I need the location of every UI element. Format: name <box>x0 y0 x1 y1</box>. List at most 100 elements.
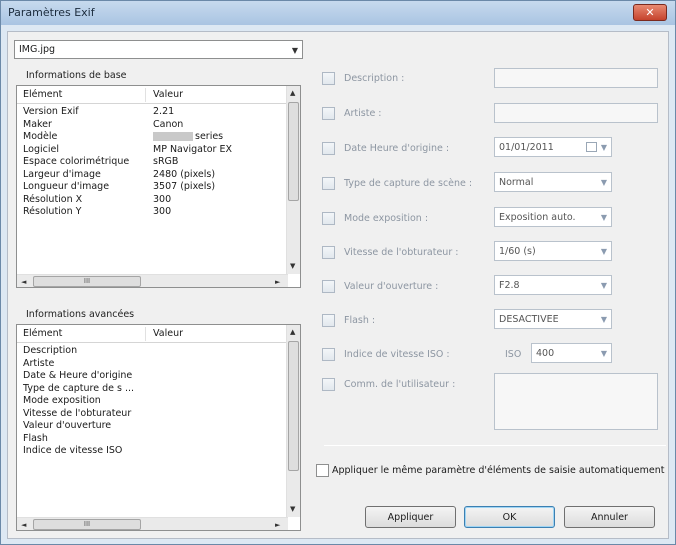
list-item-element: Type de capture de s ... <box>23 382 135 394</box>
column-divider[interactable] <box>145 88 146 102</box>
datetime-value: 01/01/2011 <box>499 141 554 153</box>
list-item-element: Indice de vitesse ISO <box>23 445 123 456</box>
list-item[interactable]: Date & Heure d'origine <box>17 370 277 382</box>
artist-field[interactable] <box>494 103 658 123</box>
list-item[interactable]: Largeur d'image 2480 (pixels) <box>17 169 277 181</box>
list-item[interactable]: Type de capture de s ... <box>17 383 277 395</box>
list-item-element: Maker <box>23 118 52 130</box>
description-checkbox[interactable] <box>322 72 335 85</box>
advanced-vertical-scrollbar[interactable]: ▲ ▼ <box>286 325 300 517</box>
shutter-select[interactable]: 1/60 (s) ▼ <box>494 241 612 261</box>
advanced-vertical-scroll-thumb[interactable] <box>288 341 299 471</box>
comment-checkbox[interactable] <box>322 378 335 391</box>
apply-auto-checkbox[interactable] <box>316 464 329 477</box>
column-divider[interactable] <box>145 327 146 341</box>
basic-horizontal-scroll-thumb[interactable]: III <box>33 276 141 287</box>
flash-checkbox[interactable] <box>322 314 335 327</box>
column-header-element[interactable]: Elément <box>23 328 62 339</box>
exposure-select[interactable]: Exposition auto. ▼ <box>494 207 612 227</box>
scroll-up-arrow-icon[interactable]: ▲ <box>290 328 295 336</box>
list-item[interactable]: Modèle series <box>17 131 277 143</box>
iso-checkbox[interactable] <box>322 348 335 361</box>
aperture-checkbox[interactable] <box>322 280 335 293</box>
column-header-value[interactable]: Valeur <box>153 89 183 100</box>
advanced-info-label: Informations avancées <box>26 309 135 320</box>
flash-select[interactable]: DESACTIVEE ▼ <box>494 309 612 329</box>
description-label: Description : <box>344 73 405 84</box>
basic-info-list[interactable]: Elément Valeur Version Exif 2.21 Maker Cano… <box>16 85 301 288</box>
chevron-down-icon: ▼ <box>600 178 607 187</box>
shutter-checkbox[interactable] <box>322 246 335 259</box>
separator <box>324 445 666 446</box>
advanced-info-list[interactable]: Elément Valeur Description Artiste Date & … <box>16 324 301 531</box>
basic-vertical-scrollbar[interactable]: ▲ ▼ <box>286 86 300 274</box>
list-item[interactable]: Espace colorimétrique sRGB <box>17 156 277 168</box>
scroll-down-arrow-icon[interactable]: ▼ <box>290 262 295 270</box>
apply-auto-label[interactable]: Appliquer le même paramètre d'éléments d… <box>332 465 664 476</box>
list-item-value: 2.21 <box>153 106 175 117</box>
scroll-left-arrow-icon[interactable]: ◄ <box>21 521 26 529</box>
list-item[interactable]: Artiste <box>17 358 277 370</box>
exif-settings-window: Paramètres Exif ✕ IMG.jpg ▼ Informations… <box>0 0 676 545</box>
list-item-element: Vitesse de l'obturateur <box>23 407 132 419</box>
list-item[interactable]: Mode exposition <box>17 395 277 407</box>
title-bar: Paramètres Exif ✕ <box>1 1 675 25</box>
artist-checkbox[interactable] <box>322 107 335 120</box>
list-item[interactable]: Indice de vitesse ISO <box>17 445 277 457</box>
scroll-left-arrow-icon[interactable]: ◄ <box>21 278 26 286</box>
iso-prefix: ISO <box>505 349 522 360</box>
list-item[interactable]: Flash <box>17 433 277 445</box>
ok-button[interactable]: OK <box>464 506 555 528</box>
list-item[interactable]: Version Exif 2.21 <box>17 106 277 118</box>
column-header-value[interactable]: Valeur <box>153 328 183 339</box>
artist-label: Artiste : <box>344 108 382 119</box>
column-header-element[interactable]: Elément <box>23 89 62 100</box>
scene-select[interactable]: Normal ▼ <box>494 172 612 192</box>
close-button[interactable]: ✕ <box>633 4 667 21</box>
scroll-right-arrow-icon[interactable]: ► <box>275 278 280 286</box>
list-item-element: Version Exif <box>23 106 79 117</box>
chevron-down-icon: ▼ <box>600 349 607 358</box>
datetime-picker[interactable]: 01/01/2011 ▼ <box>494 137 612 157</box>
aperture-select[interactable]: F2.8 ▼ <box>494 275 612 295</box>
window-title: Paramètres Exif <box>8 6 95 19</box>
basic-vertical-scroll-thumb[interactable] <box>288 102 299 201</box>
scroll-right-arrow-icon[interactable]: ► <box>275 521 280 529</box>
scroll-down-arrow-icon[interactable]: ▼ <box>290 505 295 513</box>
comment-label: Comm. de l'utilisateur : <box>344 379 456 390</box>
list-item-element: Résolution Y <box>23 206 82 217</box>
list-item[interactable]: Description <box>17 345 277 357</box>
list-item[interactable]: Résolution X 300 <box>17 194 277 206</box>
list-item-value: series <box>153 131 223 142</box>
flash-label: Flash : <box>344 315 376 326</box>
datetime-label: Date Heure d'origine : <box>344 143 450 154</box>
list-item-element: Artiste <box>23 357 55 369</box>
file-select[interactable]: IMG.jpg ▼ <box>14 40 303 59</box>
calendar-icon[interactable] <box>586 142 597 152</box>
iso-value: 400 <box>536 347 555 359</box>
exposure-checkbox[interactable] <box>322 212 335 225</box>
list-item-element: Description <box>23 345 78 356</box>
chevron-down-icon[interactable]: ▼ <box>601 143 607 152</box>
advanced-horizontal-scroll-thumb[interactable]: III <box>33 519 141 530</box>
list-item[interactable]: Longueur d'image 3507 (pixels) <box>17 181 277 193</box>
list-item[interactable]: Résolution Y 300 <box>17 206 277 218</box>
advanced-horizontal-scrollbar[interactable]: ◄ III ► <box>17 517 288 530</box>
list-item-value: 300 <box>153 206 172 217</box>
list-item[interactable]: Logiciel MP Navigator EX <box>17 144 277 156</box>
cancel-button[interactable]: Annuler <box>564 506 655 528</box>
comment-field[interactable] <box>494 373 658 430</box>
basic-horizontal-scrollbar[interactable]: ◄ III ► <box>17 274 288 287</box>
iso-select[interactable]: 400 ▼ <box>531 343 612 363</box>
list-item-value: sRGB <box>153 156 179 167</box>
scene-checkbox[interactable] <box>322 177 335 190</box>
description-field[interactable] <box>494 68 658 88</box>
datetime-checkbox[interactable] <box>322 142 335 155</box>
list-item[interactable]: Vitesse de l'obturateur <box>17 408 277 420</box>
list-item-element: Mode exposition <box>23 395 101 406</box>
apply-button[interactable]: Appliquer <box>365 506 456 528</box>
scroll-up-arrow-icon[interactable]: ▲ <box>290 89 295 97</box>
list-item-element: Flash <box>23 432 48 444</box>
list-item[interactable]: Maker Canon <box>17 119 277 131</box>
list-item[interactable]: Valeur d'ouverture <box>17 420 277 432</box>
